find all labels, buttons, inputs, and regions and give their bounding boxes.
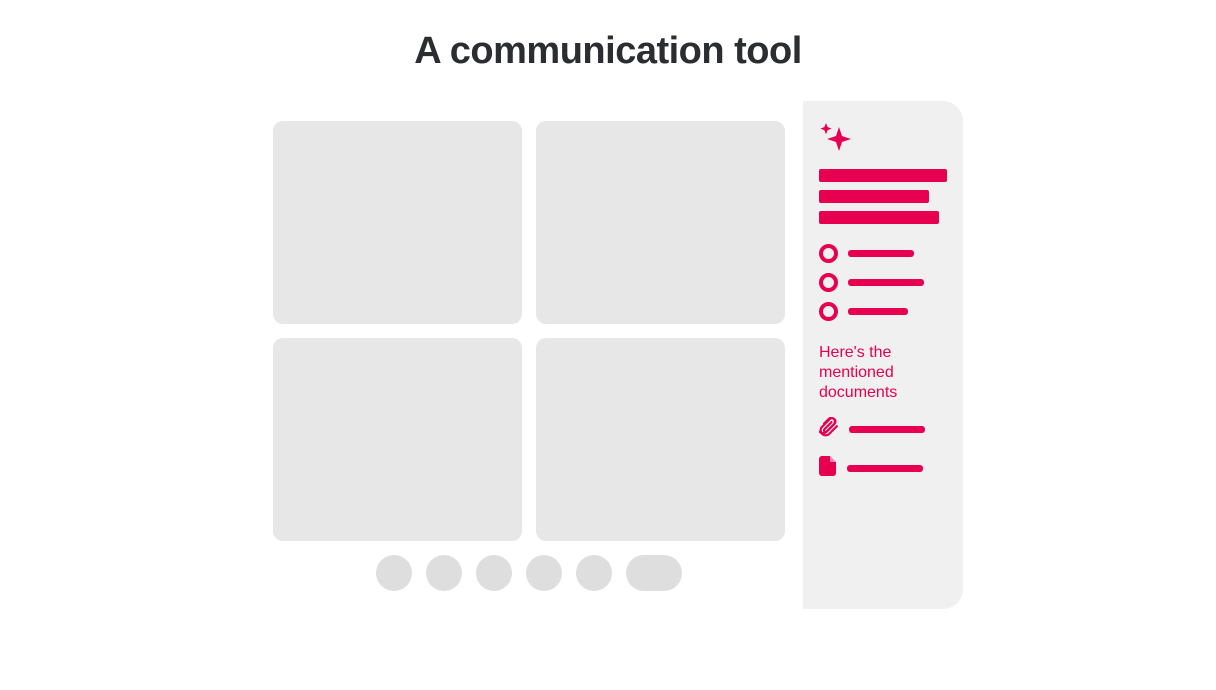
summary-line: [819, 169, 947, 182]
control-button[interactable]: [426, 555, 462, 591]
summary-line: [819, 190, 929, 203]
option-item[interactable]: [819, 302, 947, 321]
video-tile[interactable]: [536, 121, 785, 324]
control-button[interactable]: [476, 555, 512, 591]
ai-sidebar: Here's the mentioned documents: [803, 101, 963, 609]
file-icon: [819, 456, 837, 481]
option-label-line: [848, 250, 914, 257]
option-label-line: [848, 279, 924, 286]
option-item[interactable]: [819, 244, 947, 263]
attachment-label-line: [847, 465, 923, 472]
paperclip-icon: [819, 417, 839, 442]
video-tile[interactable]: [273, 338, 522, 541]
attachment-label-line: [849, 426, 925, 433]
video-tile[interactable]: [536, 338, 785, 541]
page-title: A communication tool: [414, 30, 802, 73]
sparkle-icon: [819, 123, 947, 155]
control-button[interactable]: [526, 555, 562, 591]
option-list: [819, 244, 947, 321]
control-button[interactable]: [576, 555, 612, 591]
attachment-item[interactable]: [819, 456, 947, 481]
control-button[interactable]: [376, 555, 412, 591]
control-pill-button[interactable]: [626, 555, 682, 591]
option-item[interactable]: [819, 273, 947, 292]
call-controls: [273, 541, 785, 593]
video-tile[interactable]: [273, 121, 522, 324]
main-area: [253, 101, 803, 609]
radio-icon: [819, 273, 838, 292]
app-window: Here's the mentioned documents: [253, 101, 963, 609]
attachment-item[interactable]: [819, 417, 947, 442]
summary-line: [819, 211, 939, 224]
option-label-line: [848, 308, 908, 315]
radio-icon: [819, 302, 838, 321]
documents-heading: Here's the mentioned documents: [819, 343, 947, 403]
radio-icon: [819, 244, 838, 263]
stage: A communication tool: [0, 0, 1216, 690]
attachment-list: [819, 417, 947, 481]
video-grid: [273, 121, 785, 541]
